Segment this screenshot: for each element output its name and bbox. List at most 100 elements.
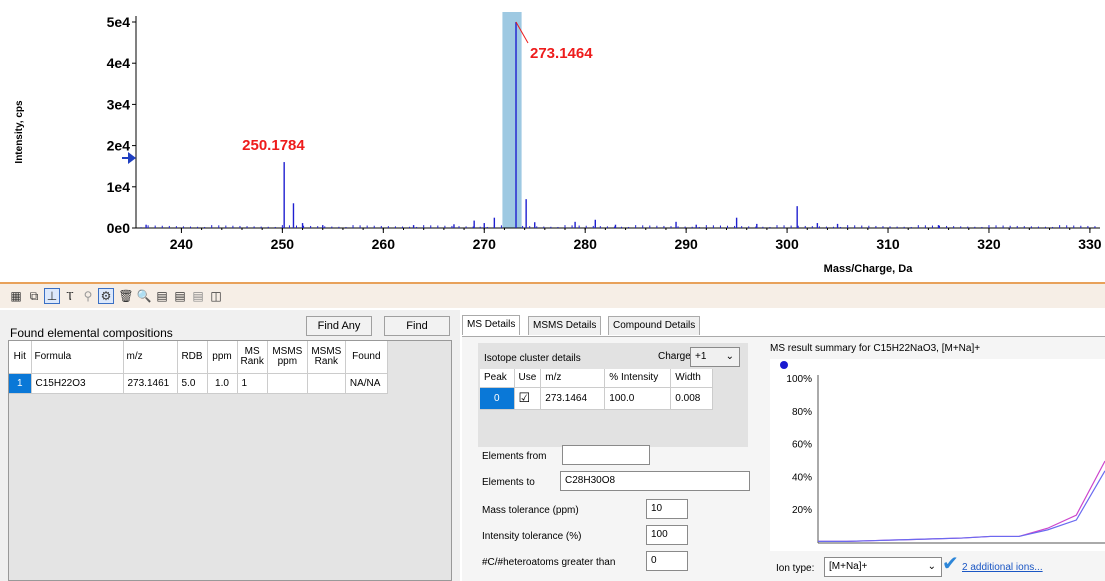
col-ppm[interactable]: ppm	[207, 341, 238, 374]
peak-marker-icon[interactable]: ⊥	[44, 288, 60, 304]
tab-msms-details[interactable]: MSMS Details	[528, 316, 602, 335]
heteroatoms-label: #C/#heteroatoms greater than	[482, 557, 616, 568]
layout-1-icon[interactable]: ▤	[154, 288, 170, 304]
elements-from-field[interactable]	[562, 445, 650, 465]
summary-series-line	[818, 460, 1105, 542]
summary-series-line	[818, 470, 1105, 542]
tab-compound-details[interactable]: Compound Details	[608, 316, 701, 335]
x-tick-label: 270	[473, 236, 497, 252]
col-msms-ppm[interactable]: MSMS ppm	[267, 341, 308, 374]
heteroatoms-field[interactable]: 0	[646, 551, 688, 571]
y-axis-label: Intensity, cps	[14, 100, 25, 164]
y-tick-label: 3e4	[107, 96, 131, 112]
peak-cell[interactable]: 0	[480, 387, 515, 410]
col-msms-rank[interactable]: MSMS Rank	[307, 341, 346, 374]
col-mz[interactable]: m/z	[123, 341, 178, 374]
elements-to-field[interactable]: C28H30O8	[560, 471, 750, 491]
ms-details-panel: Isotope cluster details Charge +1 ⌄ Peak…	[462, 336, 1105, 581]
col-formula[interactable]: Formula	[31, 341, 124, 374]
found-compositions-panel: Found elemental compositions Find Any Fi…	[0, 310, 460, 581]
col-intensity[interactable]: % Intensity	[604, 369, 672, 388]
binoculars-icon[interactable]: ◫	[208, 288, 224, 304]
additional-ions-link[interactable]: 2 additional ions...	[962, 562, 1043, 573]
layout-3-icon[interactable]: ▤	[190, 288, 206, 304]
iso-mz-cell[interactable]: 273.1464	[540, 387, 606, 410]
table-icon[interactable]: ▦	[8, 288, 24, 304]
summary-tick-label: 20%	[792, 505, 812, 516]
ion-type-label: Ion type:	[776, 563, 815, 574]
found-cell[interactable]: NA/NA	[345, 373, 388, 394]
selection-band	[502, 12, 522, 228]
mass-spectrum-chart[interactable]: Intensity, cps Mass/Charge, Da 5e4 4e4 3e4…	[0, 0, 1105, 282]
search-icon[interactable]: 🔍	[136, 288, 152, 304]
ms-summary-title: MS result summary for C15H22NaO3, [M+Na]…	[770, 343, 981, 354]
intensity-cell[interactable]: 100.0	[604, 387, 672, 410]
x-tick-label: 320	[977, 236, 1001, 252]
col-use[interactable]: Use	[514, 369, 542, 388]
filter-icon[interactable]: ⚲	[80, 288, 96, 304]
chevron-down-icon: ⌄	[725, 351, 734, 362]
mass-tolerance-label: Mass tolerance (ppm)	[482, 505, 579, 516]
ms-rank-cell[interactable]: 1	[237, 373, 268, 394]
isotope-table: Peak Use m/z % Intensity Width 0 ☑ 273.1…	[480, 369, 714, 410]
ion-type-select[interactable]: [M+Na]+ ⌄	[824, 557, 942, 577]
intensity-tolerance-field[interactable]: 100	[646, 525, 688, 545]
find-any-button[interactable]: Find Any	[306, 316, 372, 336]
x-tick-label: 310	[876, 236, 900, 252]
summary-tick-label: 60%	[792, 440, 812, 451]
y-tick-label: 1e4	[107, 179, 131, 195]
peak-label: 273.1464	[530, 45, 593, 62]
copy-icon[interactable]: ⧉	[26, 288, 42, 304]
col-hit[interactable]: Hit	[9, 341, 32, 374]
hit-cell[interactable]: 1	[9, 373, 32, 394]
tab-ms-details[interactable]: MS Details	[462, 315, 521, 335]
label-peaks-icon[interactable]: Ⲧ	[62, 288, 78, 304]
table-row[interactable]: 1 C15H22O3 273.1461 5.0 1.0 1 NA/NA	[9, 373, 388, 394]
rdb-cell[interactable]: 5.0	[177, 373, 208, 394]
width-cell[interactable]: 0.008	[670, 387, 714, 410]
delete-icon[interactable]: 🗑	[118, 288, 134, 304]
col-ms-rank[interactable]: MS Rank	[237, 341, 268, 374]
y-tick-label: 0e0	[107, 220, 131, 236]
col-rdb[interactable]: RDB	[177, 341, 208, 374]
col-width[interactable]: Width	[670, 369, 714, 388]
x-tick-label: 280	[574, 236, 598, 252]
legend-dot	[780, 361, 788, 369]
col-peak[interactable]: Peak	[480, 369, 515, 388]
x-tick-label: 300	[775, 236, 799, 252]
mass-tolerance-field[interactable]: 10	[646, 499, 688, 519]
col-iso-mz[interactable]: m/z	[540, 369, 606, 388]
x-tick-label: 250	[271, 236, 295, 252]
charge-label: Charge	[658, 351, 691, 362]
compositions-grid: Hit Formula m/z RDB ppm MS Rank MSMS ppm…	[8, 340, 452, 581]
x-axis-label: Mass/Charge, Da	[824, 263, 914, 275]
ion-type-value: [M+Na]+	[829, 561, 868, 572]
y-tick-label: 4e4	[107, 55, 131, 71]
table-row[interactable]: 0 ☑ 273.1464 100.0 0.008	[480, 387, 714, 410]
intensity-tolerance-label: Intensity tolerance (%)	[482, 531, 582, 542]
ms-summary-chart: 100% 80% 60% 40% 20%	[780, 361, 1105, 544]
toolbar: ▦ ⧉ ⊥ Ⲧ ⚲ ⚙ 🗑 🔍 ▤ ▤ ▤ ◫	[0, 282, 1105, 308]
panel-title: Found elemental compositions	[10, 326, 173, 340]
x-tick-label: 260	[372, 236, 396, 252]
formula-cell[interactable]: C15H22O3	[31, 373, 124, 394]
msms-ppm-cell[interactable]	[267, 373, 308, 394]
charge-select[interactable]: +1 ⌄	[690, 347, 740, 367]
elements-to-label: Elements to	[482, 477, 535, 488]
elements-from-label: Elements from	[482, 451, 547, 462]
settings-icon[interactable]: ⚙	[98, 288, 114, 304]
x-tick-label: 240	[170, 236, 194, 252]
summary-tick-label: 100%	[786, 374, 812, 385]
col-found[interactable]: Found	[345, 341, 388, 374]
ppm-cell[interactable]: 1.0	[207, 373, 238, 394]
x-tick-label: 290	[674, 236, 698, 252]
msms-rank-cell[interactable]	[307, 373, 346, 394]
isotope-cluster-box: Isotope cluster details Charge +1 ⌄ Peak…	[478, 343, 748, 447]
summary-tick-label: 80%	[792, 407, 812, 418]
use-checkbox[interactable]: ☑	[514, 387, 542, 410]
layout-2-icon[interactable]: ▤	[172, 288, 188, 304]
y-tick-label: 2e4	[107, 138, 131, 154]
ms-summary-panel: 100% 80% 60% 40% 20%	[770, 359, 1105, 551]
find-button[interactable]: Find	[384, 316, 450, 336]
mz-cell[interactable]: 273.1461	[123, 373, 178, 394]
